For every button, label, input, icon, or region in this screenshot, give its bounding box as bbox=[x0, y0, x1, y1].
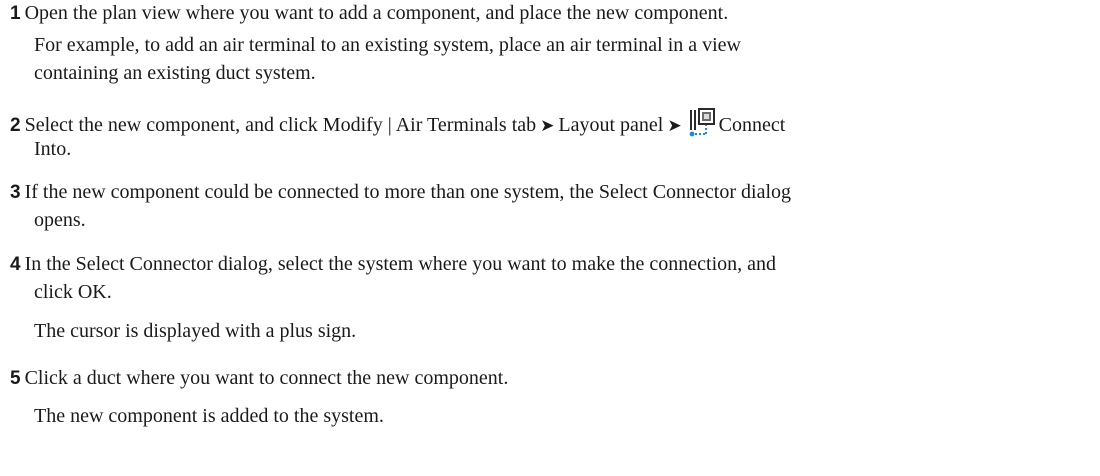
step-text: Click a duct where you want to connect t… bbox=[24, 367, 509, 389]
step-2-continuation: Into. bbox=[34, 138, 72, 160]
step-1-line: 1 Open the plan view where you want to ad… bbox=[10, 0, 728, 28]
step-1-note-line-2: containing an existing duct system. bbox=[34, 62, 316, 84]
step-number: 2 bbox=[10, 115, 21, 136]
step-number: 5 bbox=[10, 368, 21, 389]
arrow-icon: ➤ bbox=[667, 116, 682, 136]
step-5-note: The new component is added to the system… bbox=[34, 405, 384, 427]
step-4-line-1: 4 In the Select Connector dialog, select … bbox=[10, 250, 776, 279]
step-text: Open the plan view where you want to add… bbox=[24, 2, 729, 24]
connect-into-icon bbox=[687, 107, 717, 137]
step-2-line: 2 Select the new component, and click Mod… bbox=[10, 107, 785, 140]
step-1-note-line-1: For example, to add an air terminal to a… bbox=[34, 34, 742, 56]
help-document: 1 Open the plan view where you want to ad… bbox=[0, 0, 1100, 476]
step-3-line-2: opens. bbox=[34, 209, 86, 231]
step-4-note: The cursor is displayed with a plus sign… bbox=[34, 320, 357, 342]
step-5-line: 5 Click a duct where you want to connect … bbox=[10, 364, 508, 393]
step-3-line-1: 3 If the new component could be connected… bbox=[10, 178, 791, 207]
step-number: 1 bbox=[10, 3, 21, 24]
step-number: 4 bbox=[10, 254, 21, 275]
step-number: 3 bbox=[10, 182, 21, 203]
step-text: Select the new component, and click Modi… bbox=[24, 114, 537, 136]
step-4-line-2: click OK. bbox=[34, 281, 112, 303]
step-text: If the new component could be connected … bbox=[24, 181, 792, 203]
step-text-after: Connect bbox=[718, 114, 786, 136]
step-text-middle: Layout panel bbox=[558, 114, 664, 136]
step-text: In the Select Connector dialog, select t… bbox=[24, 253, 777, 275]
arrow-icon: ➤ bbox=[540, 116, 555, 136]
